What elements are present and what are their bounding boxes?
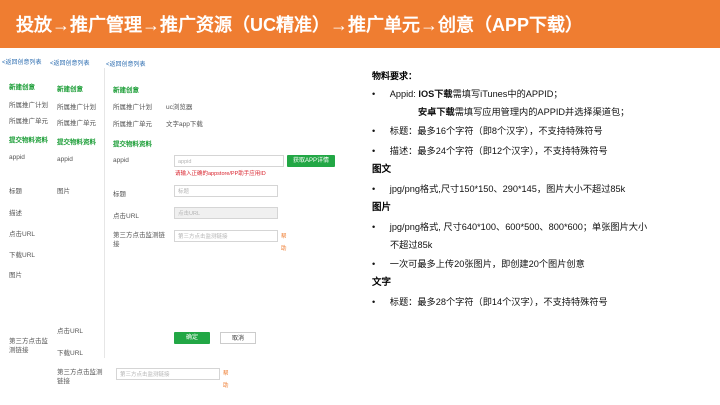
unit-label-col3: 所属推广单元 bbox=[113, 121, 152, 128]
image-rule-cont: 不超过85k bbox=[390, 240, 433, 250]
new-creative-col1: 新建创意 bbox=[9, 84, 35, 91]
ios-prefix: Appid: bbox=[389, 89, 419, 99]
title-rule-text: 标题：最多16个字符（即8个汉字），不支持特殊符号 bbox=[389, 126, 603, 136]
help-link-col2[interactable]: 帮助 bbox=[223, 368, 229, 392]
title-rule: • 标题：最多16个字符（即8个汉字），不支持特殊符号 bbox=[372, 123, 603, 137]
title-label-col1: 标题 bbox=[9, 188, 22, 195]
unit-value-col3: 文字app下载 bbox=[166, 121, 203, 128]
confirm-button[interactable]: 确定 bbox=[174, 332, 210, 344]
title-label-col3: 标题 bbox=[113, 191, 126, 198]
new-creative-col3: 新建创意 bbox=[113, 87, 139, 94]
bullet-image-count: • bbox=[372, 259, 376, 269]
cancel-button[interactable]: 取消 bbox=[220, 332, 256, 344]
header-bar: 投放→推广管理→推广资源（UC精准）→推广单元→创意（APP下载） bbox=[0, 0, 720, 48]
image-rule: • jpg/png格式, 尺寸640*100、600*500、800*600；单… bbox=[372, 219, 647, 233]
click-url-label-col3: 点击URL bbox=[113, 213, 140, 220]
title-input[interactable]: 标题 bbox=[174, 185, 278, 197]
ios-rest: 需填写iTunes中的APPID； bbox=[452, 89, 563, 99]
third-party-input-col2[interactable]: 第三方点击监测链接 bbox=[116, 368, 220, 380]
unit-label-col2: 所属推广单元 bbox=[57, 120, 96, 127]
bullet-desc: • bbox=[372, 146, 376, 156]
submit-material-col2: 提交物料资料 bbox=[57, 139, 96, 146]
unit-label-col1: 所属推广单元 bbox=[9, 118, 48, 125]
third-party-label-col2: 第三方点击监测链接 bbox=[57, 369, 103, 385]
desc-rule-text: 描述：最多24个字符（即12个汉字），不支持特殊符号 bbox=[389, 146, 608, 156]
download-url-label-col1: 下载URL bbox=[9, 252, 36, 259]
android-rest: 需填写应用管理内的APPID并选择渠道包； bbox=[454, 107, 630, 117]
back-link-col2[interactable]: <返回创意列表 bbox=[50, 58, 90, 67]
android-bold: 安卓下载 bbox=[418, 107, 455, 117]
section-text: 文字 bbox=[372, 277, 392, 288]
image-text-rule: • jpg/png格式,尺寸150*150、290*145，图片大小不超过85k bbox=[372, 181, 625, 195]
android-rule: 安卓下载需填写应用管理内的APPID并选择渠道包； bbox=[418, 104, 629, 118]
plan-value-col3: uc浏览器 bbox=[166, 104, 193, 111]
plan-label-col3: 所属推广计划 bbox=[113, 104, 152, 111]
image-rule-text-1: jpg/png格式, 尺寸640*100、600*500、800*600；单张图… bbox=[389, 222, 648, 232]
text-rule: • 标题：最多28个字符（即14个汉字），不支持特殊符号 bbox=[372, 294, 608, 308]
click-url-input[interactable]: 点击URL bbox=[174, 207, 278, 219]
appid-label-col1: appid bbox=[9, 154, 25, 161]
section-image-text: 图文 bbox=[372, 164, 392, 175]
third-party-label-col1: 第三方点击监测链接 bbox=[9, 338, 48, 354]
image-text-rule-text: jpg/png格式,尺寸150*150、290*145，图片大小不超过85k bbox=[389, 184, 626, 194]
image-label-col2: 图片 bbox=[57, 188, 70, 195]
appid-label-col3: appid bbox=[113, 157, 129, 164]
submit-material-col3: 提交物料资料 bbox=[113, 141, 152, 148]
header-title: 投放→推广管理→推广资源（UC精准）→推广单元→创意（APP下载） bbox=[16, 15, 584, 35]
back-link-col1[interactable]: <返回创意列表 bbox=[2, 57, 42, 66]
third-party-input-col3[interactable]: 第三方点击监测链接 bbox=[174, 230, 278, 242]
ios-rule: • Appid: IOS下载需填写iTunes中的APPID； bbox=[372, 86, 563, 100]
image-count-rule: • 一次可最多上传20张图片，即创建20个图片创意 bbox=[372, 256, 585, 270]
desc-rule: • 描述：最多24个字符（即12个汉字），不支持特殊符号 bbox=[372, 143, 608, 157]
appid-error: 请输入正确的appstore/PP助手应用ID bbox=[175, 171, 266, 177]
bullet-title: • bbox=[372, 126, 376, 136]
bullet-image: • bbox=[372, 222, 376, 232]
download-url-label-col2: 下载URL bbox=[57, 350, 84, 357]
help-link-col3[interactable]: 帮助 bbox=[281, 231, 287, 255]
click-url-label-col2: 点击URL bbox=[57, 328, 84, 335]
section-image: 图片 bbox=[372, 202, 392, 213]
appid-label-col2: appid bbox=[57, 156, 73, 163]
plan-label-col2: 所属推广计划 bbox=[57, 104, 96, 111]
third-party-label-col3: 第三方点击监测链接 bbox=[113, 232, 165, 248]
image-count-rule-text: 一次可最多上传20张图片，即创建20个图片创意 bbox=[389, 259, 585, 269]
image-label-col1: 图片 bbox=[9, 272, 22, 279]
pane-divider bbox=[104, 68, 105, 358]
ios-bold: IOS下载 bbox=[418, 89, 453, 99]
new-creative-col2: 新建创意 bbox=[57, 86, 83, 93]
bullet-ios: • bbox=[372, 89, 376, 99]
bullet-text: • bbox=[372, 297, 376, 307]
get-app-details-button[interactable]: 获取APP详情 bbox=[287, 155, 335, 167]
click-url-label-col1: 点击URL bbox=[9, 231, 36, 238]
text-rule-text: 标题：最多28个字符（即14个汉字），不支持特殊符号 bbox=[389, 297, 608, 307]
appid-input[interactable]: appid bbox=[174, 155, 284, 167]
requirements-heading: 物料要求： bbox=[372, 71, 418, 81]
back-link-col3[interactable]: <返回创意列表 bbox=[106, 59, 146, 68]
desc-label-col1: 描述 bbox=[9, 210, 22, 217]
submit-material-col1: 提交物料资料 bbox=[9, 137, 48, 144]
plan-label-col1: 所属推广计划 bbox=[9, 102, 48, 109]
bullet-image-text: • bbox=[372, 184, 376, 194]
